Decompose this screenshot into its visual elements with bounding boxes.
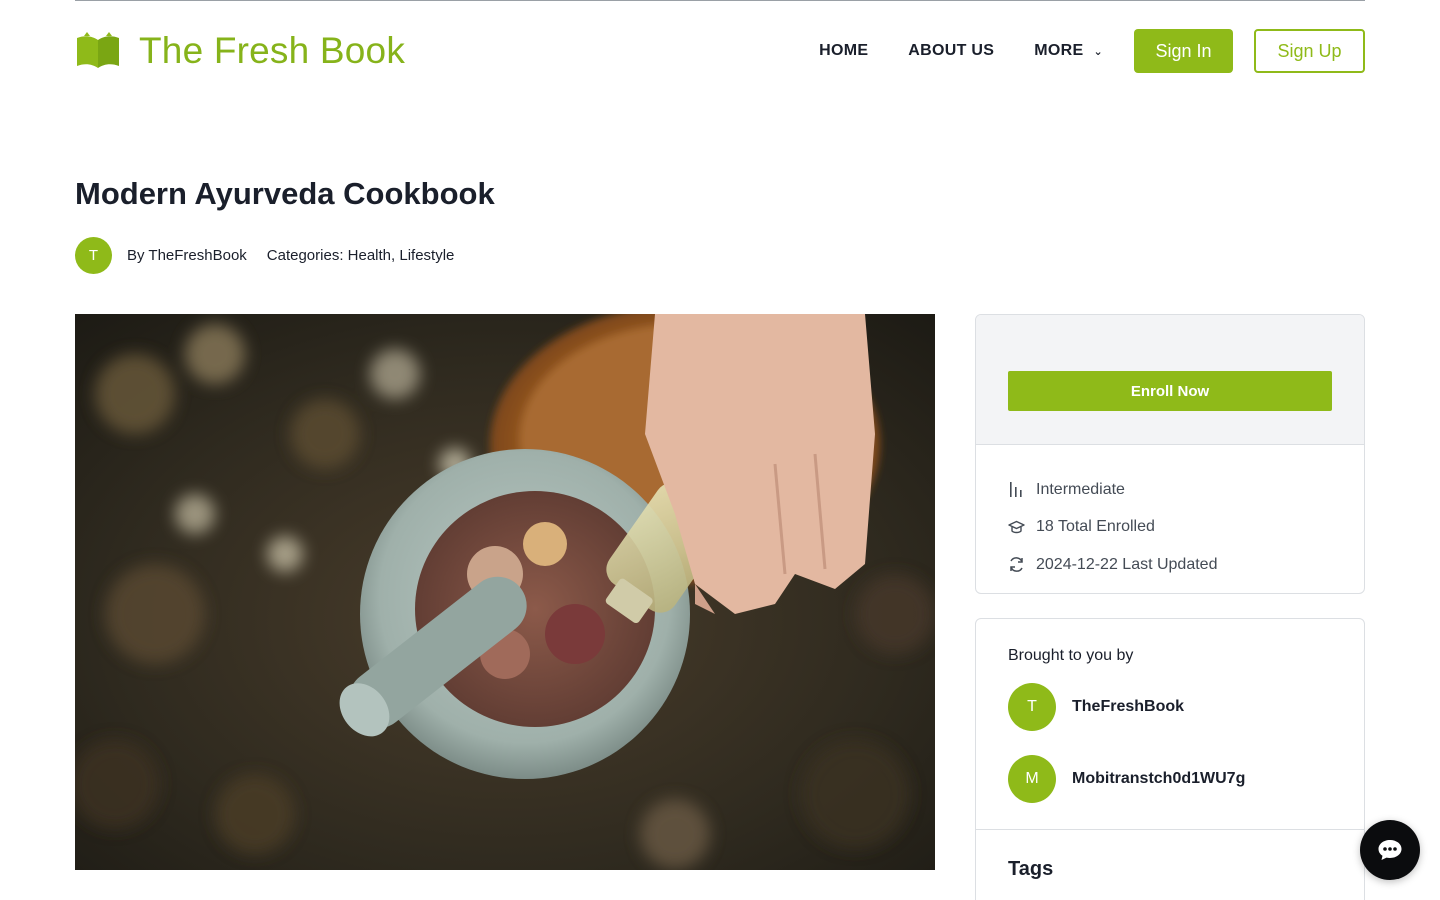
site-header: The Fresh Book HOME ABOUT US MORE ⌄ Sign…: [75, 29, 1365, 73]
course-enrolled: 18 Total Enrolled: [1036, 518, 1155, 536]
list-item: 2024-12-22 Last Updated: [1008, 546, 1332, 584]
nav-about-us[interactable]: ABOUT US: [908, 42, 994, 60]
avatar[interactable]: T: [75, 237, 112, 274]
nav-more[interactable]: MORE ⌄: [1034, 42, 1103, 60]
authors-section: Brought to you by T TheFreshBook M Mobit…: [976, 619, 1364, 830]
authors-card: Brought to you by T TheFreshBook M Mobit…: [975, 618, 1365, 900]
avatar: M: [1008, 755, 1056, 803]
nav-home[interactable]: HOME: [819, 42, 868, 60]
sign-in-button[interactable]: Sign In: [1134, 29, 1233, 73]
brand-logo[interactable]: The Fresh Book: [75, 29, 405, 73]
course-categories[interactable]: Categories: Health, Lifestyle: [267, 247, 455, 264]
list-item: 18 Total Enrolled: [1008, 509, 1332, 547]
enroll-now-button[interactable]: Enroll Now: [1008, 371, 1332, 411]
enroll-card: Enroll Now Intermediate 18 Total Enrolle…: [975, 314, 1365, 594]
author-name: Mobitranstch0d1WU7g: [1072, 770, 1246, 787]
chevron-down-icon: ⌄: [1093, 45, 1103, 58]
chat-button[interactable]: [1360, 820, 1420, 880]
enroll-card-header: Enroll Now: [976, 315, 1364, 445]
sign-up-button[interactable]: Sign Up: [1254, 29, 1365, 73]
author-item[interactable]: T TheFreshBook: [1008, 683, 1332, 731]
course-level: Intermediate: [1036, 480, 1125, 498]
brought-by-heading: Brought to you by: [1008, 647, 1134, 664]
author-name: TheFreshBook: [1072, 698, 1185, 715]
refresh-icon: [1010, 557, 1023, 573]
main-nav: HOME ABOUT US MORE ⌄ Sign In Sign Up: [819, 29, 1365, 73]
course-meta: T By TheFreshBook Categories: Health, Li…: [75, 237, 454, 274]
course-author[interactable]: By TheFreshBook: [127, 247, 247, 264]
graduation-cap-icon: [1008, 520, 1025, 533]
course-info-list: Intermediate 18 Total Enrolled 2024-12-2…: [976, 445, 1364, 584]
tags-heading: Tags: [1008, 858, 1054, 880]
top-divider: [75, 0, 1365, 1]
nav-more-label: MORE: [1034, 42, 1084, 59]
level-bars-icon: [1010, 482, 1022, 498]
course-last-updated: 2024-12-22 Last Updated: [1036, 555, 1218, 573]
author-item[interactable]: M Mobitranstch0d1WU7g: [1008, 755, 1332, 803]
chat-bubble-icon: [1378, 840, 1402, 860]
avatar: T: [1008, 683, 1056, 731]
course-hero-image: [75, 314, 935, 870]
open-book-icon: [77, 32, 119, 68]
mortar-pestle-photo: [75, 314, 935, 870]
brand-name: The Fresh Book: [139, 30, 406, 71]
page-title: Modern Ayurveda Cookbook: [75, 176, 495, 211]
list-item: Intermediate: [1008, 471, 1332, 509]
